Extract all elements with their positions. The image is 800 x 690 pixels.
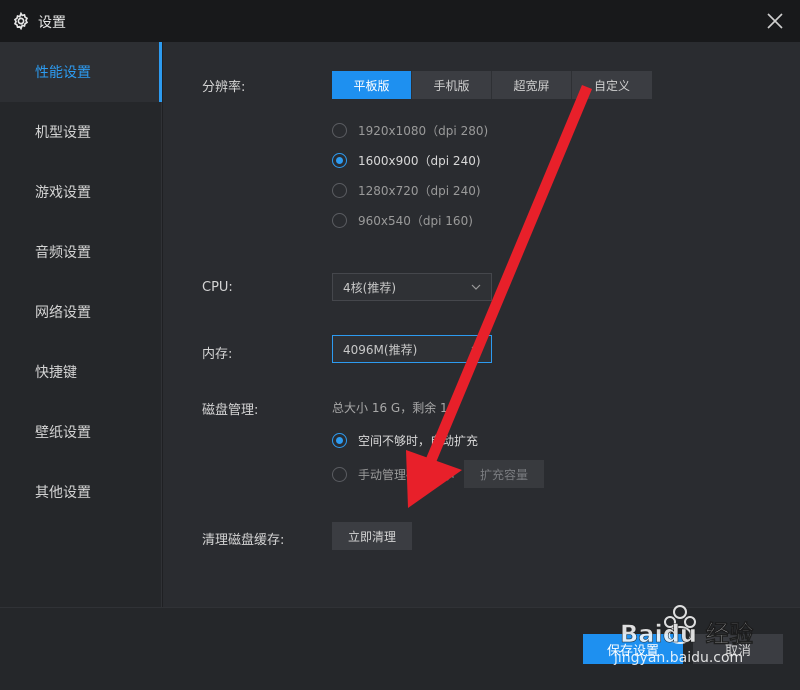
- sidebar-item-shortcuts[interactable]: 快捷键: [0, 342, 162, 402]
- sidebar-item-other[interactable]: 其他设置: [0, 462, 162, 522]
- tab-tablet[interactable]: 平板版: [332, 71, 412, 99]
- resolution-mode-tabs: 平板版 手机版 超宽屏 自定义: [332, 71, 652, 99]
- memory-label: 内存:: [202, 347, 233, 362]
- disk-label: 磁盘管理:: [202, 403, 259, 418]
- radio-button-checked[interactable]: [332, 153, 347, 168]
- resolution-label: 分辨率:: [202, 80, 246, 95]
- close-icon[interactable]: [764, 10, 786, 32]
- expand-capacity-button[interactable]: 扩充容量: [464, 460, 544, 488]
- resolution-option-1600[interactable]: 1600x900（dpi 240): [332, 152, 481, 169]
- radio-button[interactable]: [332, 123, 347, 138]
- radio-button[interactable]: [332, 213, 347, 228]
- cpu-select-value: 4核(推荐): [343, 280, 396, 295]
- memory-select[interactable]: 4096M(推荐): [332, 335, 492, 363]
- sidebar-item-performance[interactable]: 性能设置: [0, 42, 162, 102]
- cpu-label: CPU:: [202, 280, 233, 295]
- chevron-down-icon: [471, 346, 481, 352]
- sidebar: 性能设置 机型设置 游戏设置 音频设置 网络设置 快捷键 壁纸设置 其他设置: [0, 42, 162, 607]
- radio-button[interactable]: [332, 467, 347, 482]
- gear-icon: [13, 12, 29, 30]
- tab-phone[interactable]: 手机版: [412, 71, 492, 99]
- sidebar-item-network[interactable]: 网络设置: [0, 282, 162, 342]
- memory-select-value: 4096M(推荐): [343, 342, 418, 357]
- radio-button[interactable]: [332, 183, 347, 198]
- tab-ultrawide[interactable]: 超宽屏: [492, 71, 572, 99]
- sidebar-item-wallpaper[interactable]: 壁纸设置: [0, 402, 162, 462]
- sidebar-item-audio[interactable]: 音频设置: [0, 222, 162, 282]
- disk-option-auto-expand[interactable]: 空间不够时，自动扩充: [332, 432, 478, 449]
- sidebar-item-game[interactable]: 游戏设置: [0, 162, 162, 222]
- radio-button-checked[interactable]: [332, 433, 347, 448]
- resolution-option-1920[interactable]: 1920x1080（dpi 280): [332, 122, 488, 139]
- resolution-option-1280[interactable]: 1280x720（dpi 240): [332, 182, 481, 199]
- title-bar: 设置: [0, 0, 800, 42]
- tab-custom[interactable]: 自定义: [572, 71, 652, 99]
- sidebar-item-device-model[interactable]: 机型设置: [0, 102, 162, 162]
- clear-now-button[interactable]: 立即清理: [332, 522, 412, 550]
- cpu-select[interactable]: 4核(推荐): [332, 273, 492, 301]
- window-title: 设置: [38, 15, 66, 31]
- disk-option-manual[interactable]: 手动管理磁盘大小: [332, 466, 454, 483]
- save-settings-button[interactable]: 保存设置: [583, 634, 683, 664]
- chevron-down-icon: [471, 284, 481, 290]
- resolution-option-960[interactable]: 960x540（dpi 160): [332, 212, 473, 229]
- clear-cache-label: 清理磁盘缓存:: [202, 533, 285, 548]
- cancel-button[interactable]: 取消: [693, 634, 783, 664]
- disk-size-info: 总大小 16 G，剩余 1: [332, 401, 448, 415]
